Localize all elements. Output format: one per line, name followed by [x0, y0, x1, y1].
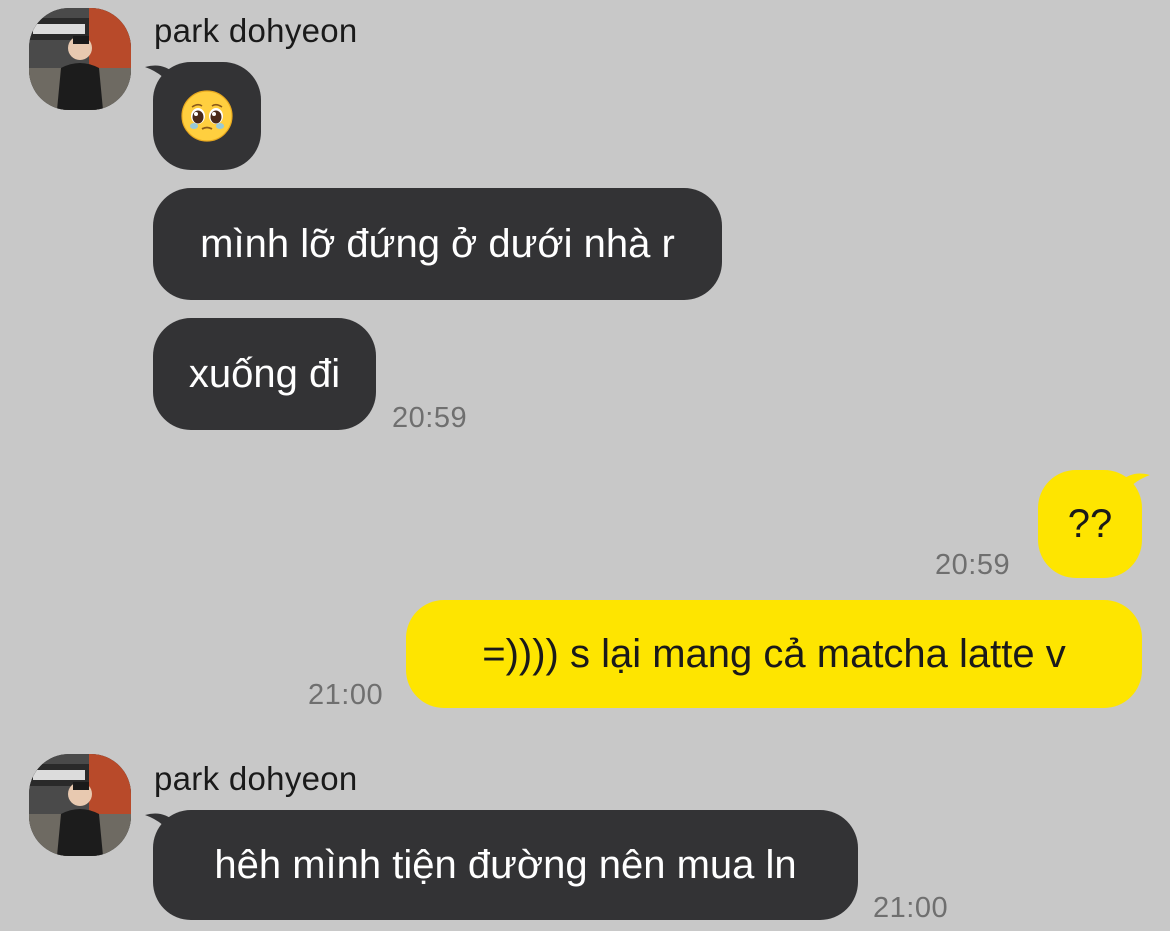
message-timestamp: 20:59	[392, 402, 468, 434]
avatar-photo-icon	[29, 754, 131, 856]
message-text: mình lỡ đứng ở dưới nhà r	[200, 222, 675, 266]
sender-avatar[interactable]	[29, 754, 131, 856]
avatar-photo-icon	[29, 8, 131, 110]
sender-name: park dohyeon	[154, 760, 358, 797]
message-bubble-incoming[interactable]: mình lỡ đứng ở dưới nhà r	[153, 188, 722, 300]
message-bubble-incoming[interactable]: xuống đi	[153, 318, 376, 430]
sender-name: park dohyeon	[154, 12, 358, 49]
message-timestamp: 20:59	[935, 549, 1011, 581]
message-bubble-outgoing[interactable]: =)))) s lại mang cả matcha latte v	[406, 600, 1142, 708]
message-text: hêh mình tiện đường nên mua ln	[214, 843, 797, 887]
message-bubble-incoming[interactable]: hêh mình tiện đường nên mua ln	[153, 810, 858, 920]
message-text: =)))) s lại mang cả matcha latte v	[482, 632, 1066, 676]
sender-avatar[interactable]	[29, 8, 131, 110]
message-bubble-incoming[interactable]	[153, 62, 261, 170]
message-timestamp: 21:00	[308, 679, 384, 711]
message-text: xuống đi	[188, 352, 341, 396]
message-text: ??	[1067, 502, 1113, 546]
message-bubble-outgoing[interactable]: ??	[1038, 470, 1142, 578]
message-timestamp: 21:00	[873, 892, 949, 924]
pleading-face-emoji-icon	[181, 90, 233, 142]
